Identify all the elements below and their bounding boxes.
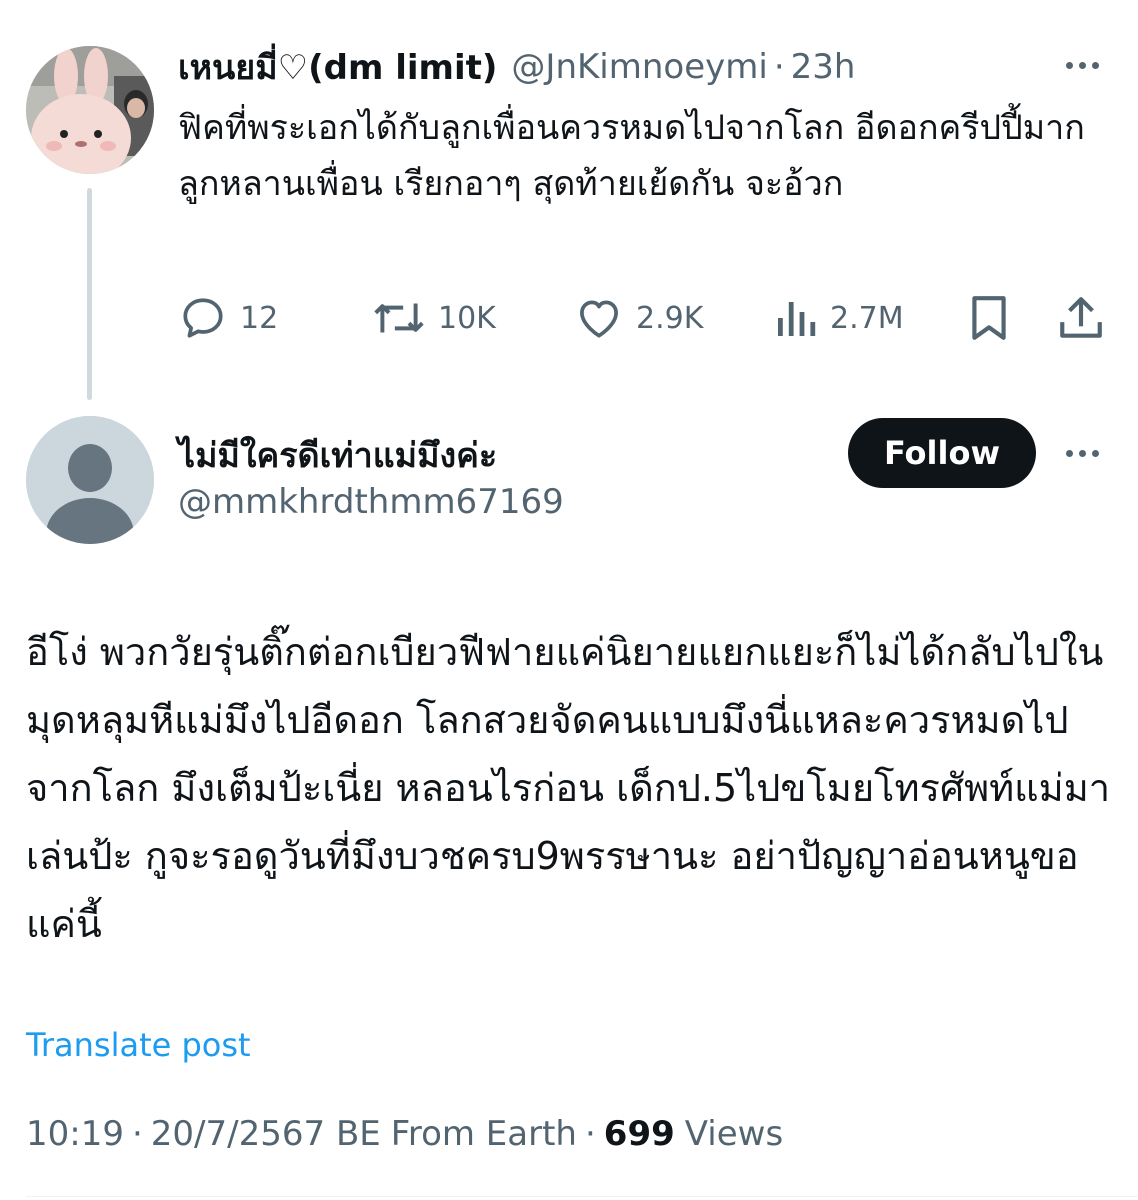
- main-author-avatar[interactable]: [26, 416, 154, 544]
- translate-post-link[interactable]: Translate post: [26, 1026, 251, 1064]
- reply-count: 12: [240, 300, 279, 336]
- parent-author-name[interactable]: เหนยมี่♡(dm limit): [178, 40, 497, 94]
- meta-separator: ·: [131, 1114, 143, 1154]
- header-separator: ·: [773, 47, 785, 87]
- parent-more-icon[interactable]: [1066, 62, 1099, 69]
- tweet-meta: 10:19 · 20/7/2567 BE From Earth · 699 Vi…: [26, 1114, 783, 1154]
- like-button[interactable]: 2.9K: [574, 290, 703, 346]
- default-avatar-icon: [26, 416, 154, 544]
- like-count: 2.9K: [636, 300, 704, 336]
- bookmark-button[interactable]: [968, 290, 1010, 346]
- tweet-date[interactable]: 20/7/2567 BE: [151, 1114, 381, 1154]
- repost-count: 10K: [438, 300, 496, 336]
- parent-tweet-text: ฟิคที่พระเอกได้กับลูกเพื่อนควรหมดไปจากโล…: [178, 108, 1085, 204]
- share-icon: [1060, 297, 1102, 338]
- tweet-source: From Earth: [390, 1114, 577, 1154]
- repost-icon: [374, 303, 424, 333]
- main-views-label: Views: [684, 1114, 784, 1154]
- parent-tweet-header: เหนยมี่♡(dm limit) @JnKimnoeymi · 23h: [178, 44, 855, 90]
- main-tweet-text: อีโง่ พวกวัยรุ่นติ๊กต่อกเบียวฟีฟายแค่นิย…: [26, 630, 1111, 946]
- divider: [26, 1196, 1138, 1197]
- parent-author-handle[interactable]: @JnKimnoeymi: [511, 47, 767, 87]
- views-icon: [778, 302, 816, 336]
- tweet-time[interactable]: 10:19: [26, 1114, 124, 1154]
- views-count: 2.7M: [830, 300, 904, 336]
- parent-tweet-time[interactable]: 23h: [791, 47, 856, 87]
- main-views-count: 699: [603, 1114, 675, 1154]
- reply-icon: [183, 298, 223, 338]
- views-button[interactable]: 2.7M: [774, 290, 904, 346]
- main-author-handle[interactable]: @mmkhrdthmm67169: [178, 482, 564, 522]
- parent-author-avatar[interactable]: [26, 46, 154, 174]
- avatar-photo-icon: [26, 46, 154, 174]
- meta-separator-2: ·: [584, 1114, 596, 1154]
- reply-button[interactable]: 12: [178, 290, 278, 346]
- follow-button[interactable]: Follow: [848, 418, 1036, 488]
- share-button[interactable]: [1058, 290, 1104, 346]
- main-more-icon[interactable]: [1066, 450, 1099, 457]
- bookmark-icon: [972, 296, 1006, 340]
- main-author-name[interactable]: ไม่มีใครดีเท่าแม่มึงค่ะ: [178, 428, 497, 482]
- repost-button[interactable]: 10K: [372, 290, 496, 346]
- parent-tweet-actions: 12 10K 2.9K 2.7M: [178, 290, 1108, 346]
- like-icon: [580, 300, 618, 338]
- thread-connector-line: [87, 188, 92, 400]
